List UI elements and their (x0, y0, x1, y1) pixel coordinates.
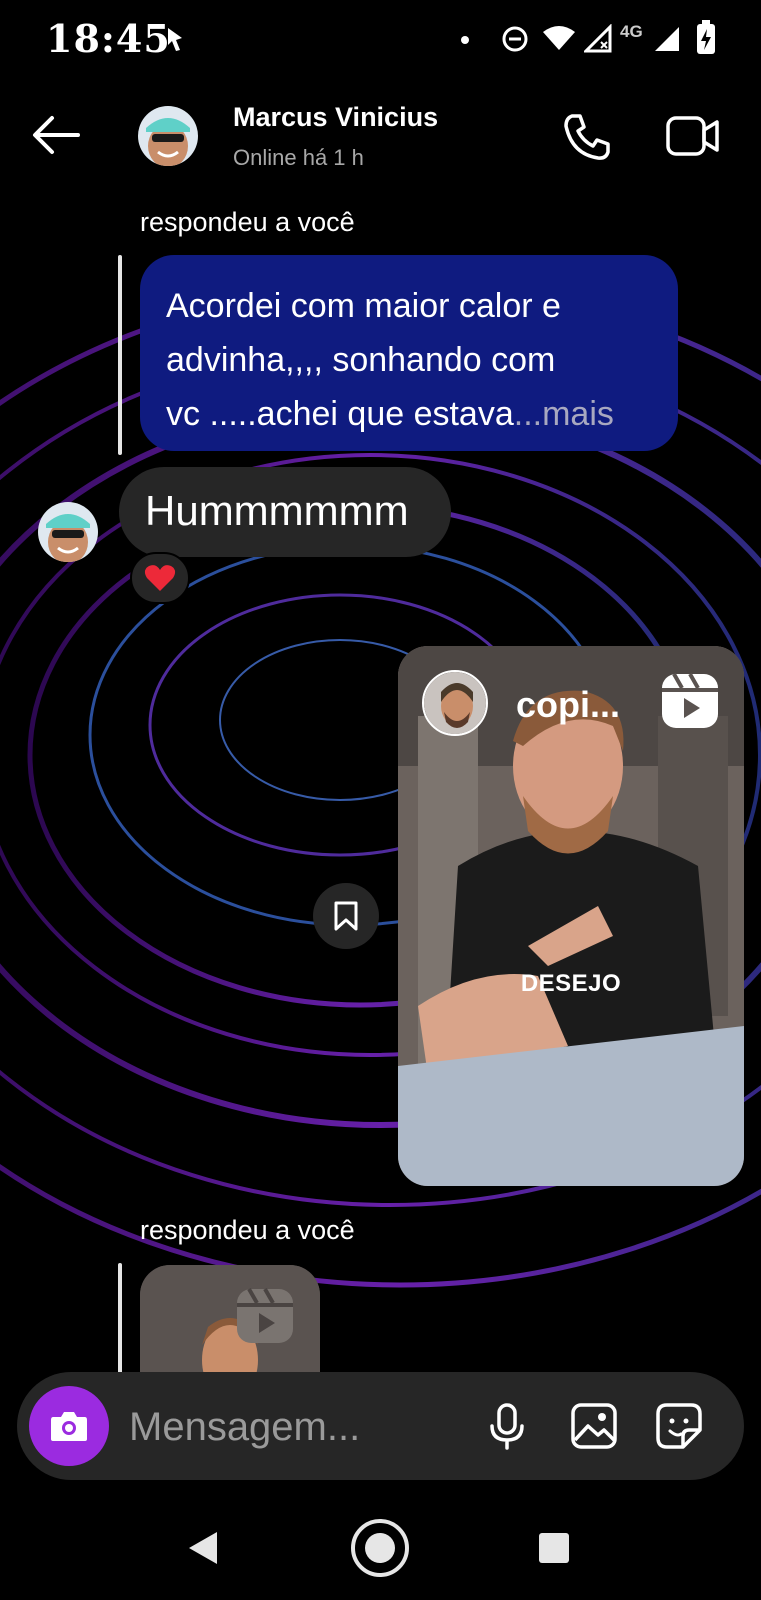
reaction-badge[interactable] (130, 552, 190, 604)
location-pin-icon (168, 28, 182, 51)
sender-avatar[interactable] (38, 502, 98, 562)
message-bubble-incoming[interactable]: Hummmmmm (119, 467, 451, 557)
wifi-icon (543, 26, 575, 50)
signal-x-icon (584, 24, 612, 53)
reels-icon (237, 1288, 293, 1343)
message-list[interactable]: respondeu a você Acordei com maior calor… (0, 195, 761, 1375)
sticker-icon[interactable] (655, 1402, 703, 1450)
home-circle-icon[interactable] (350, 1518, 410, 1578)
back-triangle-icon[interactable] (187, 1530, 219, 1566)
reply-label: respondeu a você (140, 207, 355, 237)
reply-indicator (118, 1263, 122, 1375)
recents-square-icon[interactable] (538, 1532, 570, 1564)
message-composer (17, 1372, 744, 1480)
dot-icon (461, 36, 469, 44)
message-input[interactable] (127, 1400, 461, 1454)
system-nav-bar (0, 1500, 761, 1600)
reels-icon (662, 673, 718, 728)
reply-label: respondeu a você (140, 1215, 355, 1245)
contact-avatar[interactable] (138, 106, 198, 166)
heart-icon (144, 565, 176, 591)
microphone-icon[interactable] (487, 1402, 527, 1450)
camera-icon (51, 1412, 87, 1441)
signal-icon (655, 27, 679, 51)
video-camera-icon[interactable] (665, 113, 721, 159)
reel-author-avatar[interactable] (422, 670, 488, 736)
battery-charging-icon (697, 20, 715, 54)
back-arrow-icon[interactable] (30, 113, 82, 157)
contact-presence: Online há 1 h (233, 145, 364, 170)
status-time: 18:45 (46, 16, 171, 61)
reel-author-username[interactable]: copi... (516, 684, 620, 726)
ellipsis: ... (513, 395, 543, 433)
message-bubble-outgoing[interactable]: Acordei com maior calor e advinha,,,, so… (140, 255, 678, 451)
contact-name[interactable]: Marcus Vinicius (233, 102, 438, 133)
camera-button[interactable] (29, 1386, 109, 1466)
replied-reel-thumbnail[interactable] (140, 1265, 320, 1375)
do-not-disturb-icon (502, 26, 528, 52)
network-type: 4G (620, 22, 643, 41)
bookmark-icon (334, 901, 358, 931)
message-line: vc .....achei que estava...mais (166, 395, 614, 433)
chat-header: Marcus Vinicius Online há 1 h (0, 80, 761, 195)
gallery-icon[interactable] (570, 1402, 618, 1450)
reel-overlay-text: DESEJO (520, 970, 622, 997)
save-reel-button[interactable] (313, 883, 379, 949)
reply-indicator (118, 255, 122, 455)
phone-icon[interactable] (560, 110, 614, 164)
more-link[interactable]: mais (542, 395, 614, 433)
status-bar: 18:45 4G (0, 0, 761, 80)
message-line: advinha,,,, sonhando com (166, 341, 556, 379)
shared-reel-card[interactable]: copi... DESEJO (398, 646, 744, 1186)
message-line: Acordei com maior calor e (166, 287, 561, 325)
